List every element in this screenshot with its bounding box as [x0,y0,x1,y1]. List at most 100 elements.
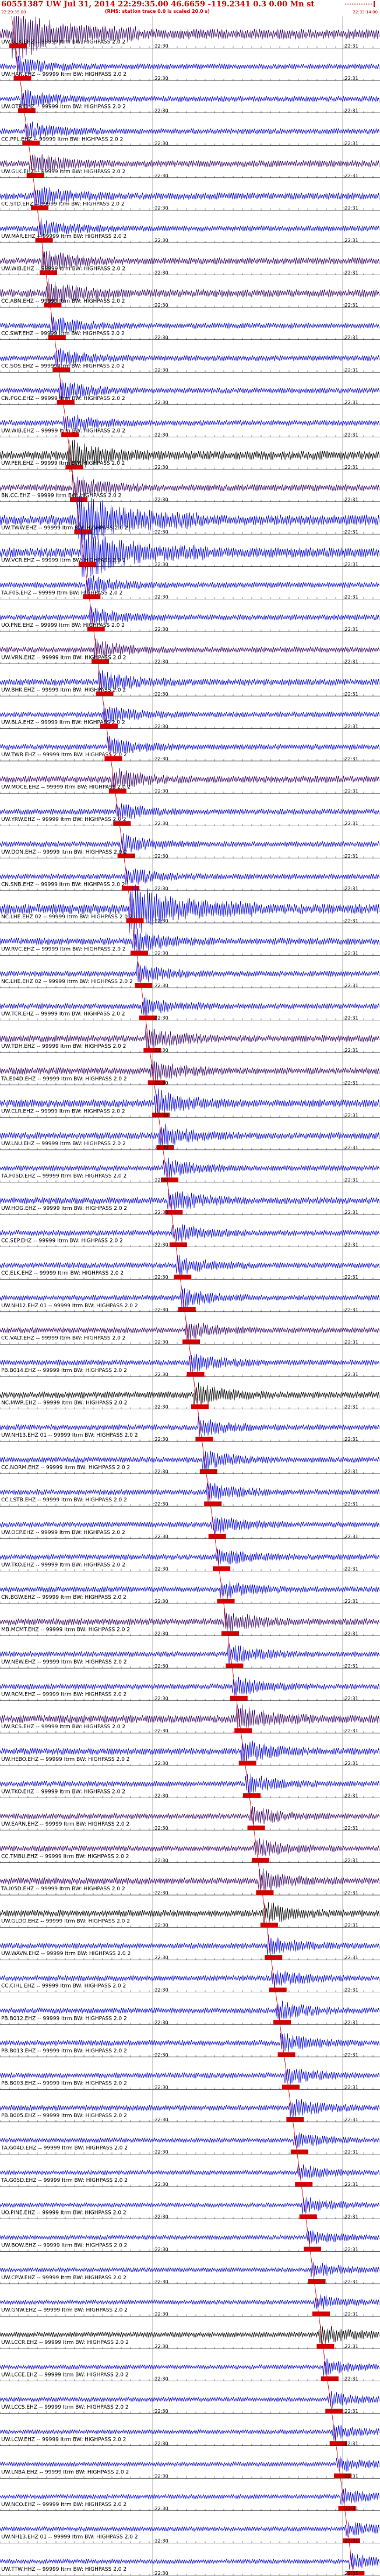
time-mark: :22:30 [153,173,168,178]
time-mark: :22:30 [153,724,168,729]
trace-label: UW.CPW.EHZ -- 99999 Itrm BW: HIGHPASS 2.… [1,2275,126,2281]
plot-header: 60551387 UW Jul 31, 2014 22:29:35.00 46.… [0,0,380,16]
waveform [0,885,380,933]
trace-label: TA.I05D.EHZ -- 99999 Itrm BW: HIGHPASS 2… [1,1886,125,1892]
trace-label: BN.CC.EHZ -- 99999 Itrm BW: HIGHPASS 2.0… [1,493,121,499]
trace-label: UW.RVC.EHZ -- 99999 Itrm BW: HIGHPASS 2.… [1,947,126,953]
trace-label: NC.LHE.EHZ 02 -- 99999 Itrm BW: HIGHPASS… [1,914,133,920]
trace-label: UW.LCCS.EHZ -- 99999 Itrm BW: HIGHPASS 2… [1,2405,129,2410]
trace-row: UW.LNU.EHZ -- 99999 Itrm BW: HIGHPASS 2.… [0,1123,380,1150]
pick-marker [282,2084,300,2090]
time-mark: :22:31 [343,951,358,956]
pick-marker [238,1760,256,1766]
time-mark: :22:30 [153,529,168,535]
time-mark: :22:30 [153,1210,168,1215]
trace-label: PB.B005.EHZ -- 99999 Itrm BW: HIGHPASS 2… [1,2113,127,2119]
trace-row: PB.B013.EHZ -- 99999 Itrm BW: HIGHPASS 2… [0,2033,380,2058]
time-mark: :22:30 [153,2377,168,2382]
trace-label: UW.LCCE.EHZ -- 99999 Itrm BW: HIGHPASS 2… [1,2373,129,2378]
waveform [0,528,380,577]
time-mark: :22:31 [343,821,358,826]
time-mark: :22:31 [343,2538,358,2543]
trace-row: PB.B014.EHZ -- 99999 Itrm BW: HIGHPASS 2… [0,1353,380,1377]
trace-row: PB.B012.EHZ -- 99999 Itrm BW: HIGHPASS 2… [0,2001,380,2025]
trace-row: NC.LHE.EHZ 02 -- 99999 Itrm BW: HIGHPASS… [0,885,380,933]
time-mark: :22:30 [153,1826,168,1831]
time-mark: :22:31 [343,2052,358,2058]
time-mark: :22:31 [343,1955,358,1960]
trace-label: UO.PNE.EHZ -- 99999 Itrm BW: HIGHPASS 2.… [1,623,125,629]
trace-label: UO.PINE.EHZ -- 99999 Itrm BW: HIGHPASS 2… [1,2210,126,2216]
scale-note: (RMS: station trace 0.0 is scaled 20.0 s… [105,9,210,14]
time-mark: :22:30 [153,983,168,988]
trace-row: CN.PGC.EHZ -- 99999 Itrm BW: HIGHPASS 2.… [0,380,380,405]
trace-row: UW.OTR.EHZ -- 99999 Itrm BW: HIGHPASS 2.… [0,89,380,114]
time-mark: :22:30 [153,1663,168,1669]
trace-row: UW.NH13.EHZ 01 -- 99999 Itrm BW: HIGHPAS… [0,2522,380,2543]
time-mark: :22:30 [153,271,168,276]
trace-label: NC.LHE.EHZ 02 -- 99999 Itrm BW: HIGHPASS… [1,979,133,985]
time-mark: :22:30 [153,1372,168,1377]
trace-label: CC.PPL.EHZ -- 99999 Itrm BW: HIGHPASS 2.… [1,136,123,142]
time-mark: :22:31 [343,335,358,341]
trace-label: CC.ABN.EHZ -- 99999 Itrm BW: HIGHPASS 2.… [1,299,125,304]
trace-row: NC.MWR.EHZ -- 99999 Itrm BW: HIGHPASS 2.… [0,1382,380,1409]
time-mark: :22:31 [343,918,358,924]
time-mark: :22:31 [343,497,358,503]
pick-marker [221,1631,239,1636]
time-mark: :22:31 [343,108,358,114]
pick-marker [169,1242,187,1247]
trace-row: PB.B003.EHZ -- 99999 Itrm BW: HIGHPASS 2… [0,2068,380,2090]
time-mark: :22:31 [343,1566,358,1571]
trace-label: UW.HEBO.EHZ -- 99999 Itrm BW: HIGHPASS 2… [1,1757,130,1763]
time-mark: :22:30 [153,400,168,405]
time-mark: :22:31 [343,432,358,437]
time-mark: :22:30 [153,2182,168,2187]
trace-row: UW.LCCS.EHZ -- 99999 Itrm BW: HIGHPASS 2… [0,2391,380,2414]
pick-marker [191,1404,209,1409]
trace-row: UW.OCP.EHZ -- 99999 Itrm BW: HIGHPASS 2.… [0,1515,380,1539]
trace-label: UW.VRN.EHZ -- 99999 Itrm BW: HIGHPASS 2.… [1,655,126,661]
trace-row: UW.WIB.EHZ -- 99999 Itrm BW: HIGHPASS 2.… [0,415,380,437]
time-mark: :22:31 [343,1178,358,1183]
trace-label: UW.HOG.EHZ -- 99999 Itrm BW: HIGHPASS 2.… [1,1206,127,1212]
time-mark: :22:30 [153,1501,168,1507]
time-mark: :22:31 [343,2117,358,2122]
seismogram-panel: UW.GLK.EHZ -- 99999 Itrm BW: HIGHPASS 2.… [0,16,380,2576]
trace-row: UW.YRW.EHZ -- 99999 Itrm BW: HIGHPASS 2.… [0,803,380,826]
time-mark: :22:31 [343,465,358,470]
time-mark: :22:31 [343,594,358,599]
trace-row: UW.GLK.EHZ -- 99999 Itrm BW: HIGHPASS 2.… [0,16,380,59]
trace-label: TA.F05D.EHZ -- 99999 Itrm BW: HIGHPASS 2… [1,1174,126,1180]
trace-label: TA.E04D.EHZ -- 99999 Itrm BW: HIGHPASS 2… [1,1076,127,1082]
trace-row: UW.RCS.EHZ -- 99999 Itrm BW: HIGHPASS 2.… [0,1704,380,1733]
trace-row: NC.LHE.EHZ 02 -- 99999 Itrm BW: HIGHPASS… [0,961,380,988]
pick-marker [130,950,148,956]
waveform [0,16,380,59]
pick-marker [243,1793,261,1798]
trace-label: PB.B014.EHZ -- 99999 Itrm BW: HIGHPASS 2… [1,1368,127,1374]
time-mark: :22:30 [153,1923,168,1928]
trace-label: UW.NH13.EHZ 01 -- 99999 Itrm BW: HIGHPAS… [1,1433,138,1438]
trace-row: UW.BOW.EHZ -- 99999 Itrm BW: HIGHPASS 2.… [0,2230,380,2252]
time-mark: :22:30 [153,1048,168,1053]
waveform [0,496,380,543]
time-mark: :22:30 [153,659,168,664]
time-mark: :22:31 [343,44,358,49]
pick-marker [230,1696,248,1701]
pick-marker [187,1371,205,1377]
trace-row: CN.SNB.EHZ -- 99999 Itrm BW: HIGHPASS 2.… [0,868,380,891]
trace-label: UW.OTR.EHZ -- 99999 Itrm BW: HIGHPASS 2.… [1,104,126,110]
time-mark: :22:30 [153,1534,168,1539]
time-mark: :22:30 [153,141,168,146]
time-mark: :22:31 [343,1372,358,1377]
time-mark: :22:30 [153,2571,168,2576]
trace-label: UW.TKO.EHZ -- 99999 Itrm BW: HIGHPASS 2.… [1,1562,125,1568]
time-mark: :22:31 [343,1016,358,1021]
time-mark: :22:31 [343,854,358,859]
time-mark: :22:31 [343,529,358,535]
trace-label: UW.TTW.HHZ -- 99999 Itrm BW: HIGHPASS 2.… [1,2567,126,2573]
trace-row: UO.PINE.EHZ -- 99999 Itrm BW: HIGHPASS 2… [0,2196,380,2220]
trace-label: CC.NORM.EHZ -- 99999 Itrm BW: HIGHPASS 2… [1,1465,130,1471]
trace-row: UW.RVC.EHZ -- 99999 Itrm BW: HIGHPASS 2.… [0,928,380,956]
